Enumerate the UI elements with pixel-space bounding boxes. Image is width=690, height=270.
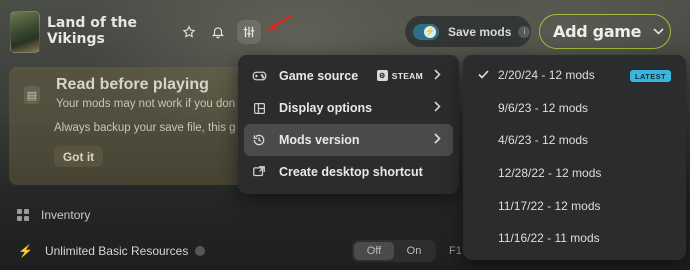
menu-item-label: Display options xyxy=(279,101,373,115)
info-icon[interactable] xyxy=(195,246,206,256)
game-options-button[interactable] xyxy=(237,20,261,44)
mod-toggle[interactable]: Off On xyxy=(352,240,436,262)
steam-icon: ⚙ xyxy=(376,70,388,81)
checkmark-icon xyxy=(478,68,489,82)
menu-item-label: Game source xyxy=(279,69,359,83)
notice-text: Your mods may not work if you don xyxy=(56,98,236,110)
latest-badge: LATEST xyxy=(629,70,671,82)
add-game-button[interactable]: Add game xyxy=(539,14,671,49)
save-mods-toggle[interactable]: ⚡ Save mods i xyxy=(405,16,531,47)
menu-item-game-source[interactable]: Game source ⚙ STEAM xyxy=(244,60,453,92)
game-title: Land of the Vikings xyxy=(47,15,137,47)
got-it-button[interactable]: Got it xyxy=(54,146,103,167)
history-icon xyxy=(251,132,267,148)
add-game-label: Add game xyxy=(553,22,642,41)
steam-badge: ⚙ STEAM xyxy=(376,70,423,81)
menu-item-create-shortcut[interactable]: Create desktop shortcut xyxy=(244,156,453,188)
mod-label: Unlimited Basic Resources xyxy=(44,244,189,258)
game-cover-thumbnail xyxy=(10,11,40,53)
chevron-down-icon xyxy=(653,26,664,38)
layout-icon xyxy=(251,100,267,116)
notifications-button[interactable] xyxy=(206,20,230,44)
version-label: 11/16/22 - 11 mods xyxy=(498,231,600,246)
toggle-on-option[interactable]: On xyxy=(394,242,434,260)
menu-item-display-options[interactable]: Display options xyxy=(244,92,453,124)
inventory-label: Inventory xyxy=(41,208,91,222)
menu-item-label: Mods version xyxy=(279,133,360,147)
gamepad-icon xyxy=(251,68,267,84)
version-item[interactable]: 9/6/23 - 12 mods xyxy=(463,92,686,125)
menu-item-label: Create desktop shortcut xyxy=(279,165,423,179)
version-item[interactable]: 4/6/23 - 12 mods xyxy=(463,124,686,157)
mods-version-submenu: 2/20/24 - 12 mods LATEST 9/6/23 - 12 mod… xyxy=(463,55,686,260)
save-mods-label: Save mods xyxy=(448,24,512,39)
star-icon xyxy=(182,25,196,38)
notice-title: Read before playing xyxy=(56,76,209,93)
chevron-right-icon xyxy=(434,133,441,147)
chevron-right-icon xyxy=(434,69,441,83)
version-item[interactable]: 11/17/22 - 12 mods xyxy=(463,189,686,222)
clipboard-icon: ▤ xyxy=(24,86,40,104)
grid-icon xyxy=(17,209,29,221)
toggle-off-option[interactable]: Off xyxy=(354,242,394,260)
info-icon[interactable]: i xyxy=(518,25,531,38)
game-options-menu: Game source ⚙ STEAM Display options Mods… xyxy=(238,55,459,194)
inventory-section-header: Inventory xyxy=(17,208,90,222)
lightning-icon: ⚡ xyxy=(18,244,33,258)
menu-item-mods-version[interactable]: Mods version xyxy=(244,124,453,156)
favorite-button[interactable] xyxy=(177,20,201,44)
version-label: 4/6/23 - 12 mods xyxy=(498,133,589,148)
version-label: 9/6/23 - 12 mods xyxy=(498,100,589,115)
version-label: 12/28/22 - 12 mods xyxy=(498,166,602,181)
red-arrow-annotation xyxy=(266,14,293,31)
mod-row: ⚡ Unlimited Basic Resources xyxy=(18,244,206,258)
shortcut-icon xyxy=(251,164,267,180)
notice-text: Always backup your save file, this g xyxy=(54,122,236,134)
sliders-icon xyxy=(243,26,255,38)
chevron-right-icon xyxy=(434,101,441,115)
version-item[interactable]: 12/28/22 - 12 mods xyxy=(463,157,686,190)
version-label: 11/17/22 - 12 mods xyxy=(498,198,601,213)
steam-label: STEAM xyxy=(391,70,423,81)
lightning-icon: ⚡ xyxy=(424,25,436,38)
bell-icon xyxy=(211,27,225,39)
hotkey-label: F1 xyxy=(449,245,462,257)
version-item[interactable]: 11/16/22 - 11 mods xyxy=(463,222,686,255)
version-item[interactable]: 2/20/24 - 12 mods LATEST xyxy=(463,59,686,92)
toggle-switch[interactable]: ⚡ xyxy=(413,23,439,40)
version-label: 2/20/24 - 12 mods xyxy=(498,68,595,83)
